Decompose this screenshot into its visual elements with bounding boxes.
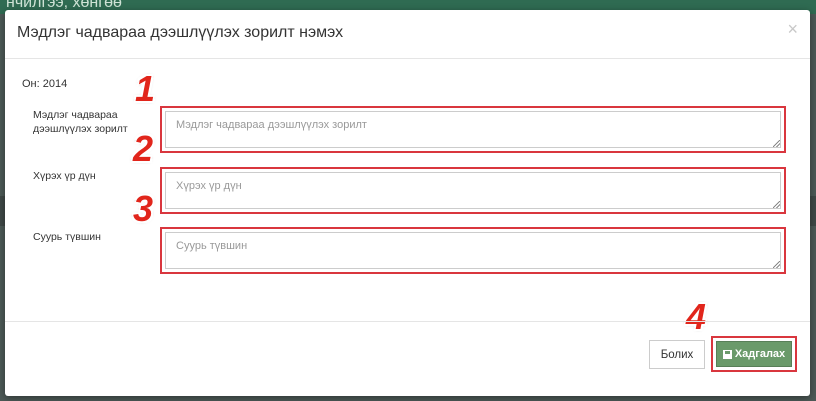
annotation-number-1: 1	[135, 68, 156, 109]
annotation-number-2: 2	[133, 128, 154, 169]
year-label: Он: 2014	[22, 78, 68, 90]
result-label: Хүрэх үр дүн	[33, 170, 96, 182]
modal-footer-divider	[5, 321, 810, 322]
goal-textarea[interactable]	[165, 111, 781, 148]
save-button-highlight: Хадгалах	[711, 336, 797, 372]
resize-handle[interactable]	[773, 140, 780, 147]
save-button[interactable]: Хадгалах	[716, 341, 792, 367]
annotation-number-4: 4	[686, 296, 707, 337]
resize-handle[interactable]	[773, 261, 780, 268]
goal-field-highlight	[160, 106, 786, 153]
cancel-button[interactable]: Болих	[649, 340, 705, 369]
save-button-label: Хадгалах	[734, 348, 786, 360]
baseline-label: Суурь түвшин	[33, 231, 101, 243]
resize-handle[interactable]	[773, 201, 780, 208]
baseline-textarea[interactable]	[165, 232, 781, 269]
modal-header: Мэдлэг чадвараа дээшлүүлэх зорилт нэмэх …	[5, 10, 810, 59]
result-textarea[interactable]	[165, 172, 781, 209]
add-goal-modal: Мэдлэг чадвараа дээшлүүлэх зорилт нэмэх …	[5, 10, 810, 396]
modal-title: Мэдлэг чадвараа дээшлүүлэх зорилт нэмэх	[17, 24, 344, 41]
baseline-field-highlight	[160, 227, 786, 274]
close-icon[interactable]: ×	[787, 20, 798, 38]
annotation-number-3: 3	[133, 188, 154, 229]
floppy-disk-icon	[722, 349, 732, 359]
result-field-highlight	[160, 167, 786, 214]
